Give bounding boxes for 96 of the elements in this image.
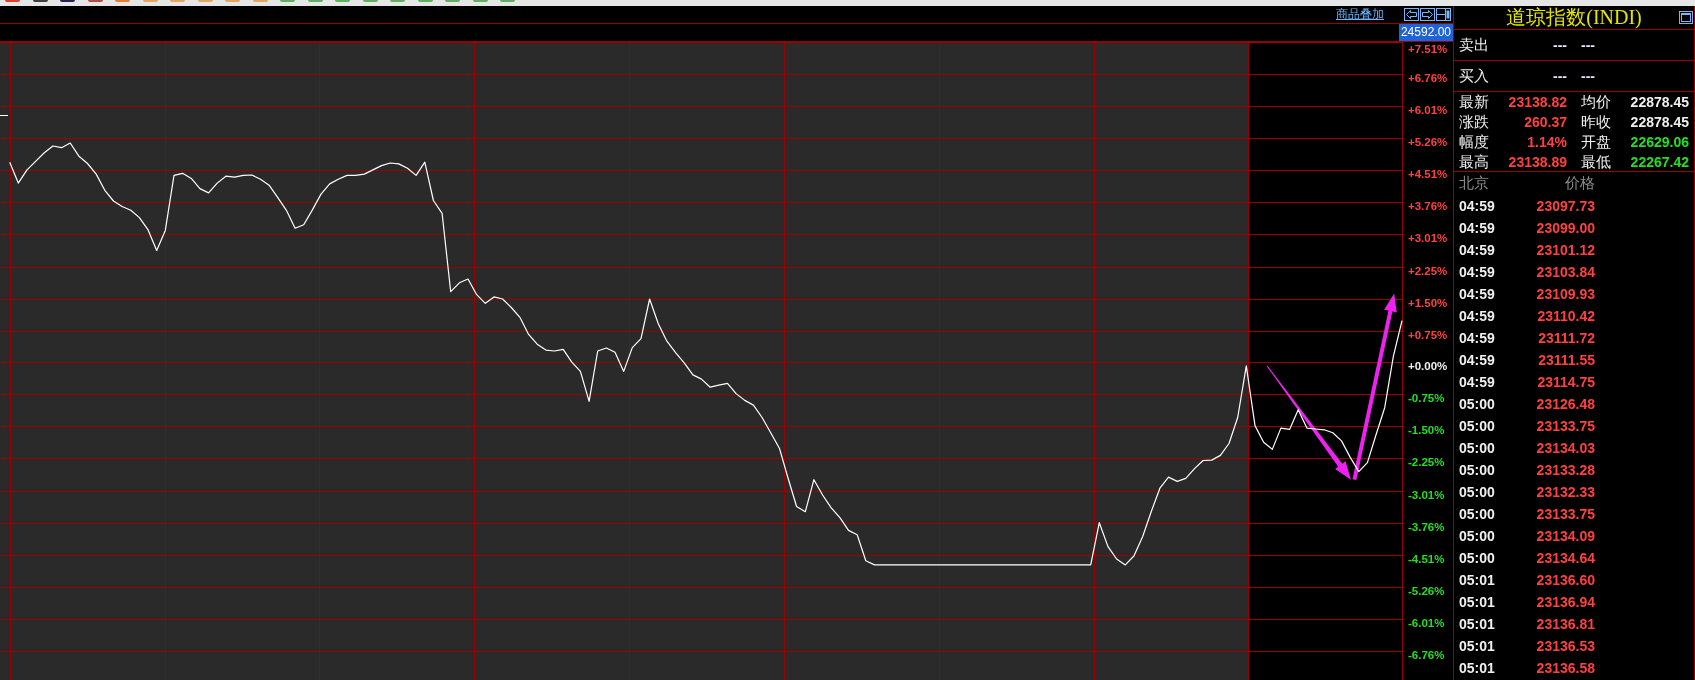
- tick-price: 23111.72: [1538, 330, 1595, 346]
- stat-label: 最高: [1459, 152, 1490, 172]
- tick-price: 23101.12: [1536, 242, 1595, 258]
- tick-price: 23133.75: [1536, 506, 1595, 522]
- axis-label: +7.51%: [1408, 43, 1448, 55]
- tick-time: 05:00: [1459, 506, 1496, 522]
- tick-time: 04:59: [1459, 330, 1496, 346]
- stat-label: 昨收: [1581, 112, 1612, 132]
- tick-price: 23134.64: [1536, 550, 1595, 566]
- tick-time: 05:00: [1459, 528, 1496, 544]
- axis-label: +3.76%: [1408, 200, 1448, 213]
- axis-label: +6.76%: [1408, 72, 1448, 85]
- axis-label: -3.01%: [1408, 488, 1445, 501]
- dash-mark-icon: [0, 115, 9, 116]
- order-value: ---: [1553, 37, 1567, 53]
- price-label: 24592.00: [1398, 24, 1453, 41]
- stat-value: 22878.45: [1630, 94, 1689, 110]
- axis-label: +5.26%: [1408, 136, 1448, 149]
- tick-price: 23134.09: [1536, 528, 1595, 544]
- tick-time: 05:00: [1459, 462, 1496, 478]
- tick-price: 23114.75: [1537, 374, 1595, 390]
- axis-label: +0.75%: [1408, 328, 1448, 341]
- tick-price: 23110.42: [1537, 308, 1595, 324]
- tick-price: 23134.03: [1536, 440, 1595, 456]
- column-header: 价格: [1565, 174, 1595, 193]
- stat-value: 22878.45: [1630, 114, 1689, 130]
- tick-time: 04:59: [1459, 286, 1496, 302]
- tick-time: 05:00: [1459, 550, 1496, 566]
- stat-value: 260.37: [1524, 114, 1567, 130]
- stat-value: 1.14%: [1527, 134, 1567, 150]
- axis-label: +4.51%: [1408, 168, 1448, 181]
- tick-time: 05:01: [1459, 572, 1496, 588]
- stat-value: 22267.42: [1630, 154, 1689, 170]
- axis-label: -6.01%: [1408, 616, 1445, 629]
- stat-label: 开盘: [1581, 132, 1612, 152]
- axis-label: -1.50%: [1408, 424, 1445, 437]
- tick-time: 05:01: [1459, 594, 1496, 610]
- tick-time: 05:00: [1459, 418, 1496, 434]
- axis-label: +2.25%: [1408, 264, 1448, 277]
- tick-time: 05:01: [1459, 660, 1496, 676]
- stat-label: 涨跌: [1459, 112, 1490, 132]
- axis-label: -2.25%: [1408, 456, 1445, 469]
- tick-price: 23111.55: [1538, 352, 1595, 368]
- axis-label: -0.75%: [1408, 392, 1445, 405]
- tick-price: 23133.28: [1536, 462, 1595, 478]
- tick-price: 23136.53: [1536, 638, 1595, 654]
- stat-value: 23138.82: [1508, 94, 1567, 110]
- tick-price: 23099.00: [1536, 220, 1595, 236]
- tick-time: 05:01: [1459, 616, 1496, 632]
- tick-time: 04:59: [1459, 198, 1496, 214]
- tick-time: 04:59: [1459, 242, 1496, 258]
- stat-label: 最新: [1459, 92, 1490, 112]
- tick-price: 23136.94: [1536, 594, 1595, 610]
- tick-time: 04:59: [1459, 220, 1496, 236]
- axis-label: +0.00%: [1408, 360, 1448, 373]
- panel-layout-icon[interactable]: [1436, 8, 1451, 21]
- tick-time: 05:01: [1459, 638, 1496, 654]
- tick-price: 23133.75: [1536, 418, 1595, 434]
- tick-price: 23126.48: [1536, 396, 1595, 412]
- order-label: 买入: [1459, 66, 1490, 86]
- tick-time: 04:59: [1459, 264, 1496, 280]
- tick-time: 05:00: [1459, 484, 1496, 500]
- tick-price: 23097.73: [1536, 198, 1595, 214]
- axis-label: -4.51%: [1408, 552, 1445, 565]
- stat-value: 23138.89: [1508, 154, 1567, 170]
- tick-price: 23136.58: [1536, 660, 1595, 676]
- stat-value: 22629.06: [1630, 134, 1689, 150]
- order-label: 卖出: [1459, 35, 1490, 55]
- stat-label: 最低: [1581, 152, 1612, 172]
- stat-label: 幅度: [1459, 132, 1490, 152]
- axis-label: -5.26%: [1408, 584, 1445, 597]
- right-arrow-icon[interactable]: [1420, 8, 1435, 21]
- maximize-icon[interactable]: [1679, 11, 1693, 24]
- axis-label: +6.01%: [1408, 104, 1448, 117]
- tick-price: 23136.81: [1536, 616, 1595, 632]
- tick-time: 04:59: [1459, 352, 1496, 368]
- order-value: ---: [1553, 68, 1567, 84]
- stat-label: 均价: [1581, 92, 1612, 112]
- tick-time: 05:00: [1459, 396, 1496, 412]
- panel-title: 道琼指数(INDI): [1506, 6, 1642, 29]
- tick-price: 23132.33: [1536, 484, 1595, 500]
- column-header: 北京: [1459, 174, 1490, 193]
- tick-price: 23136.60: [1536, 572, 1595, 588]
- overlay-link[interactable]: 商品叠加: [1336, 6, 1384, 23]
- order-value: ---: [1581, 37, 1595, 53]
- axis-label: +1.50%: [1408, 296, 1448, 309]
- order-value: ---: [1581, 68, 1595, 84]
- tick-price: 23103.84: [1536, 264, 1595, 280]
- axis-label: -6.76%: [1408, 648, 1445, 661]
- axis-label: +3.01%: [1408, 232, 1448, 245]
- left-arrow-icon[interactable]: [1404, 8, 1419, 21]
- tick-time: 04:59: [1459, 374, 1496, 390]
- tick-price: 23109.93: [1536, 286, 1595, 302]
- tick-time: 04:59: [1459, 308, 1496, 324]
- axis-label: -3.76%: [1408, 520, 1445, 533]
- tick-time: 05:00: [1459, 440, 1496, 456]
